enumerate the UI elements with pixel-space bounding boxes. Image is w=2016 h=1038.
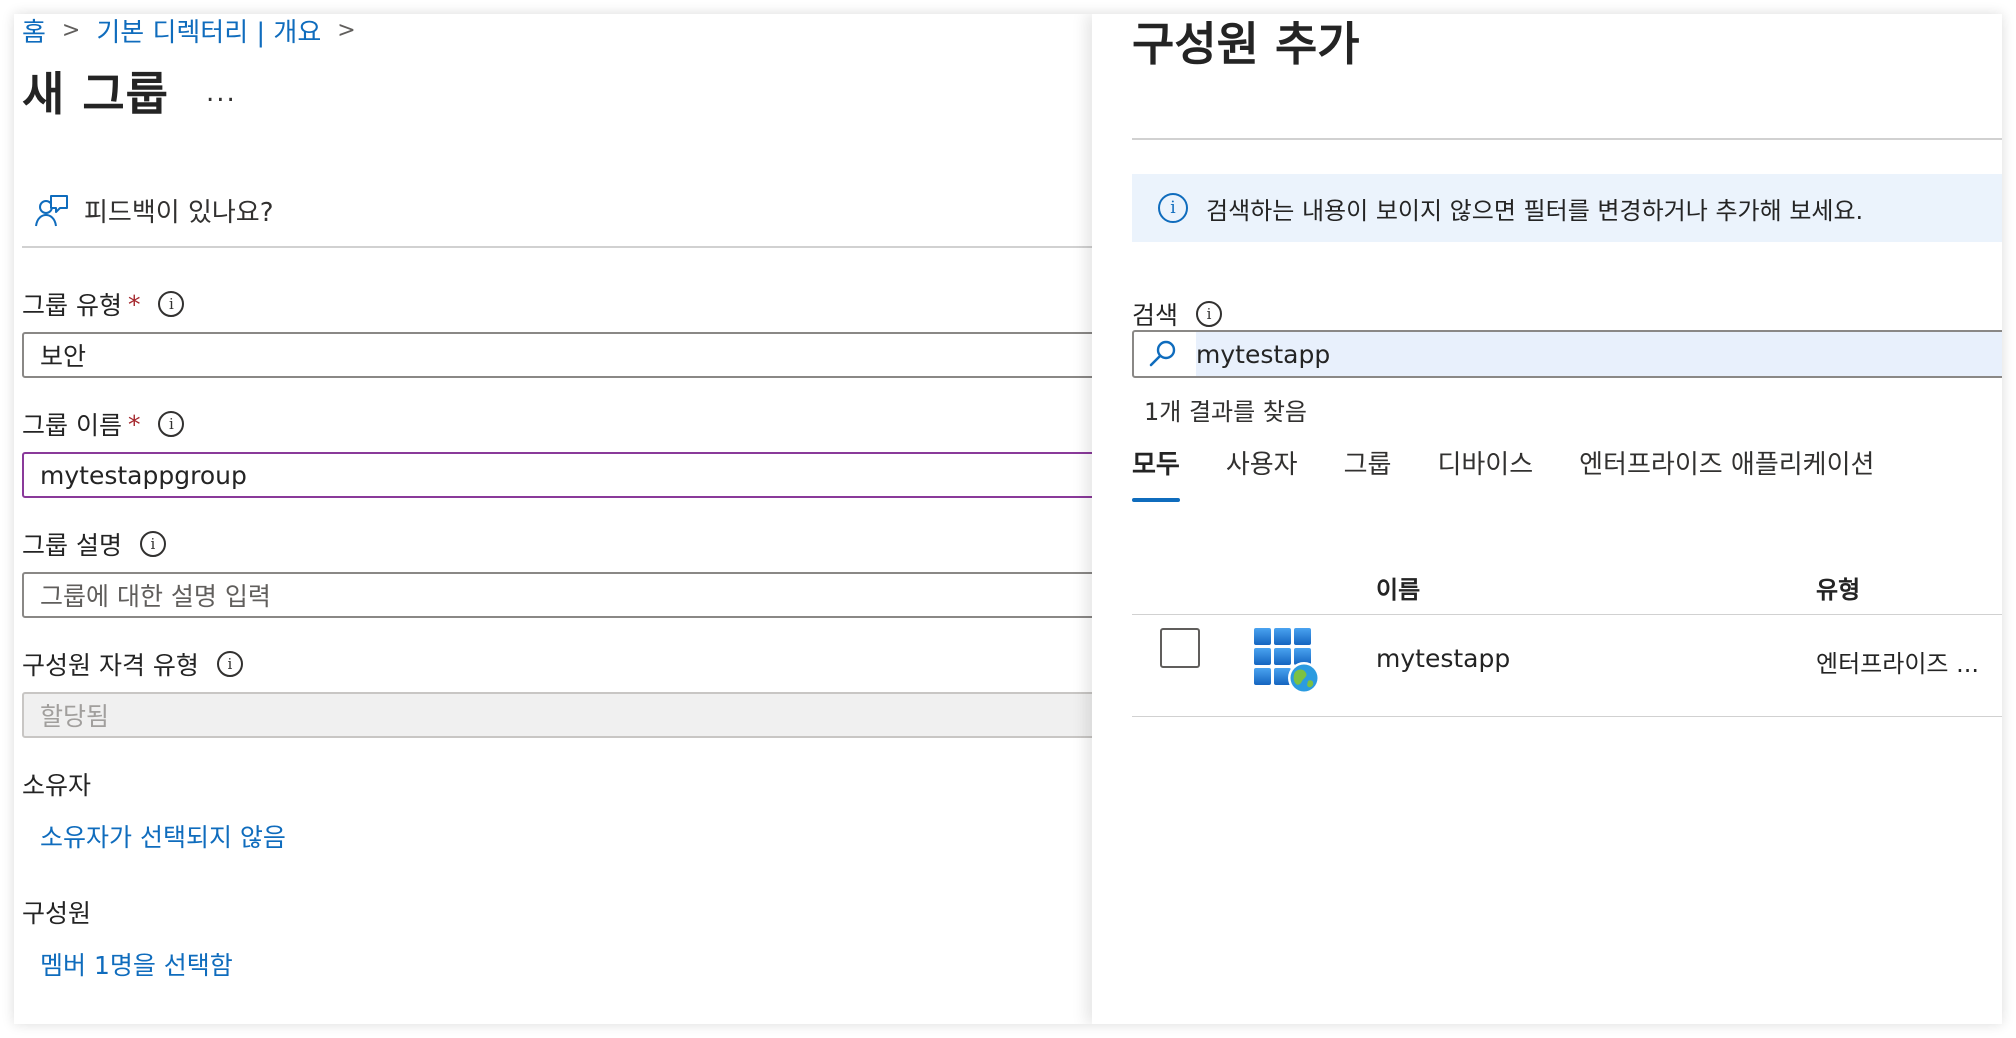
required-asterisk: * xyxy=(127,289,141,319)
info-icon[interactable]: i xyxy=(139,531,166,557)
info-icon[interactable]: i xyxy=(216,651,243,677)
members-label: 구성원 xyxy=(22,899,92,928)
column-header-name[interactable]: 이름 xyxy=(1376,570,1420,605)
search-label: 검색 i xyxy=(1132,296,1223,332)
breadcrumb: 홈 > 기본 디렉터리 | 개요 > xyxy=(22,14,372,50)
result-count: 1개 결과를 찾음 xyxy=(1144,398,1308,426)
tab-users[interactable]: 사용자 xyxy=(1226,444,1298,502)
feedback-link[interactable]: 피드백이 있나요? xyxy=(34,192,274,229)
group-type-select[interactable]: 보안 xyxy=(22,332,1122,378)
info-icon[interactable]: i xyxy=(158,291,185,317)
group-name-label: 그룹 이름 * i xyxy=(22,406,185,442)
info-icon[interactable]: i xyxy=(158,411,185,437)
info-icon[interactable]: i xyxy=(1196,301,1223,327)
tab-groups[interactable]: 그룹 xyxy=(1344,444,1392,502)
required-asterisk: * xyxy=(127,409,141,439)
info-icon: i xyxy=(1158,193,1188,223)
enterprise-app-globe-icon xyxy=(1254,628,1320,694)
info-message-bar: i 검색하는 내용이 보이지 않으면 필터를 변경하거나 추가해 보세요. xyxy=(1132,174,2002,242)
membership-type-select: 할당됨 xyxy=(22,692,1122,738)
group-description-label: 그룹 설명 i xyxy=(22,526,166,562)
group-description-label-text: 그룹 설명 xyxy=(22,531,122,560)
breadcrumb-directory-link[interactable]: 기본 디렉터리 | 개요 xyxy=(96,14,321,49)
tab-enterprise-apps[interactable]: 엔터프라이즈 애플리케이션 xyxy=(1579,444,1874,502)
search-icon xyxy=(1149,340,1176,367)
tab-all[interactable]: 모두 xyxy=(1132,444,1180,502)
row-select-checkbox[interactable] xyxy=(1160,628,1200,668)
page-title: 새 그룹 xyxy=(22,67,169,121)
group-type-label: 그룹 유형 * i xyxy=(22,286,185,322)
members-select-link[interactable]: 멤버 1명을 선택함 xyxy=(40,946,233,982)
add-members-panel: 구성원 추가 i 검색하는 내용이 보이지 않으면 필터를 변경하거나 추가해 … xyxy=(1092,14,2002,1024)
membership-type-label-text: 구성원 자격 유형 xyxy=(22,651,199,680)
new-group-form-pane: 홈 > 기본 디렉터리 | 개요 > 새 그룹 ... 피드백이 있나요? 그룹… xyxy=(14,14,1122,1024)
feedback-label: 피드백이 있나요? xyxy=(84,198,274,228)
search-label-text: 검색 xyxy=(1132,301,1179,330)
tab-devices[interactable]: 디바이스 xyxy=(1437,444,1533,502)
panel-divider xyxy=(1132,138,2002,140)
group-description-input[interactable]: 그룹에 대한 설명 입력 xyxy=(22,572,1122,618)
panel-title: 구성원 추가 xyxy=(1132,17,1360,71)
section-divider xyxy=(22,246,1094,248)
more-options-button[interactable]: ... xyxy=(206,78,237,108)
breadcrumb-separator: > xyxy=(337,17,356,43)
owners-select-link[interactable]: 소유자가 선택되지 않음 xyxy=(40,818,286,854)
owners-label: 소유자 xyxy=(22,771,92,800)
info-message-text: 검색하는 내용이 보이지 않으면 필터를 변경하거나 추가해 보세요. xyxy=(1206,196,1864,225)
breadcrumb-home-link[interactable]: 홈 xyxy=(22,14,46,49)
table-header-divider xyxy=(1132,614,2002,615)
table-row-divider xyxy=(1132,716,2002,717)
column-header-type[interactable]: 유형 xyxy=(1816,570,1860,605)
group-name-label-text: 그룹 이름 xyxy=(22,411,122,440)
breadcrumb-separator: > xyxy=(61,17,81,43)
feedback-person-icon xyxy=(35,194,68,226)
membership-type-label: 구성원 자격 유형 i xyxy=(22,646,243,682)
search-input-value[interactable]: mytestapp xyxy=(1196,332,2002,376)
search-input[interactable]: mytestapp xyxy=(1132,330,2002,378)
filter-tabs: 모두 사용자 그룹 디바이스 엔터프라이즈 애플리케이션 xyxy=(1132,444,1920,502)
app-frame: 홈 > 기본 디렉터리 | 개요 > 새 그룹 ... 피드백이 있나요? 그룹… xyxy=(14,14,2002,1024)
group-name-input[interactable]: mytestappgroup xyxy=(22,452,1122,498)
row-name[interactable]: mytestapp xyxy=(1376,644,1510,673)
row-type: 엔터프라이즈 ... xyxy=(1816,650,1979,678)
group-type-label-text: 그룹 유형 xyxy=(22,291,122,320)
